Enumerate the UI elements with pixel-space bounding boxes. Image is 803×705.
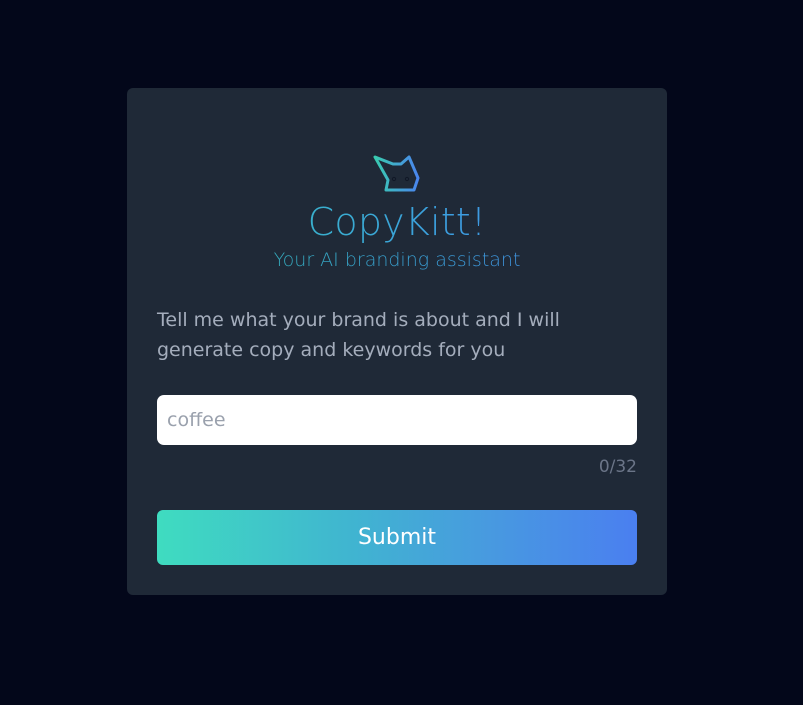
brand-input[interactable] [157,395,637,445]
app-subtitle: Your AI branding assistant [127,248,667,272]
branding-card: CopyKitt! Your AI branding assistant Tel… [127,88,667,595]
cat-head-icon [373,155,420,192]
submit-button[interactable]: Submit [157,510,637,565]
prompt-description: Tell me what your brand is about and I w… [157,309,560,361]
character-counter: 0/32 [598,457,637,477]
logo [127,154,667,198]
app-title: CopyKitt! [127,199,667,245]
